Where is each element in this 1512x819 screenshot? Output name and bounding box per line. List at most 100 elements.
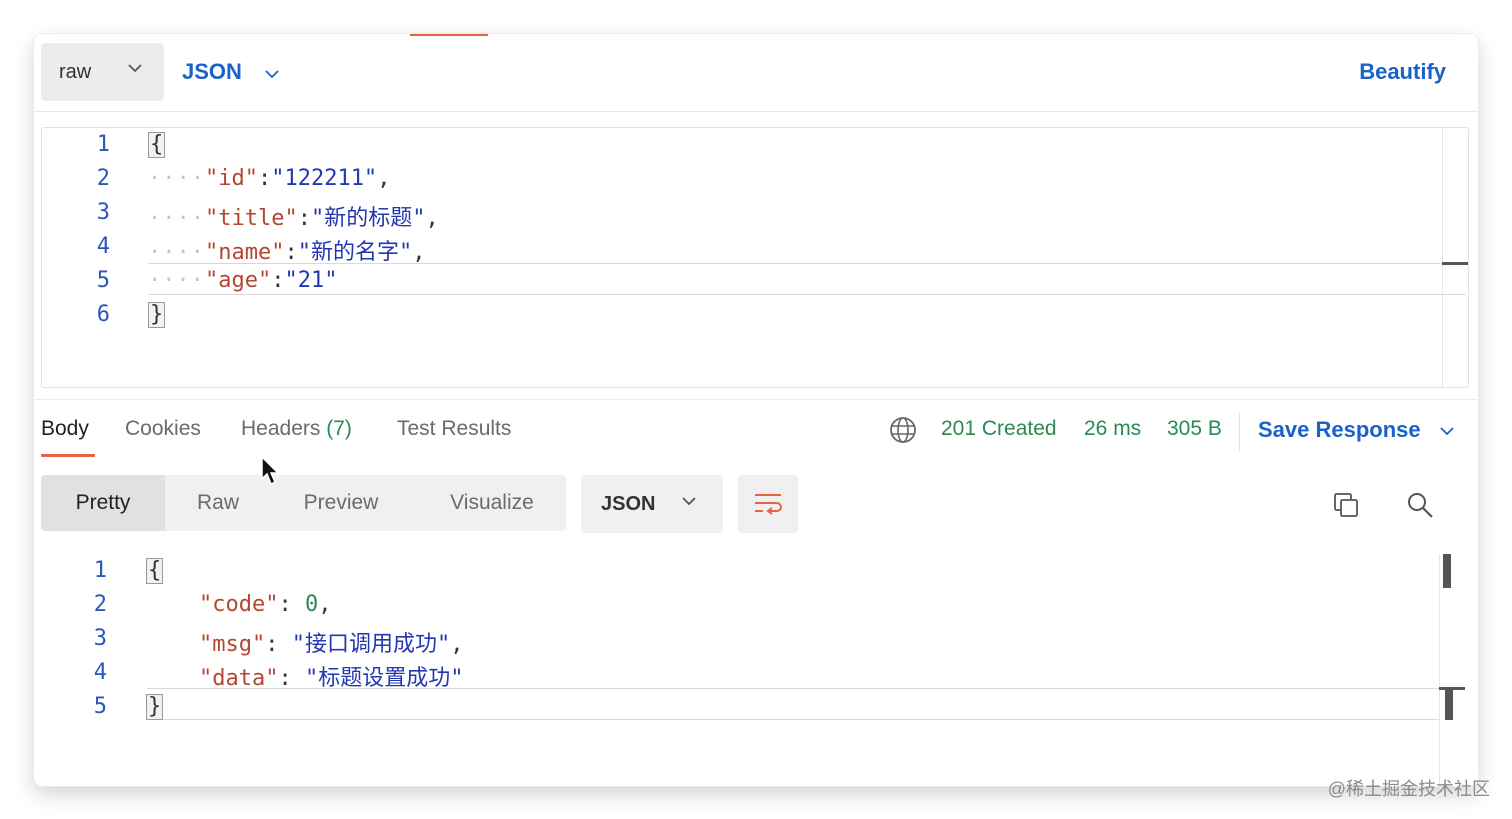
- json-key: "msg": [199, 632, 266, 657]
- line-number: 6: [96, 302, 110, 327]
- active-tab-underline: [41, 454, 95, 457]
- indent-dots: ····: [148, 240, 205, 265]
- json-comma: ,: [425, 206, 439, 231]
- wrap-lines-button[interactable]: [738, 475, 798, 533]
- code-line: {: [146, 558, 164, 584]
- scroll-thumb[interactable]: [1443, 554, 1451, 588]
- mouse-cursor-icon: [261, 455, 280, 486]
- close-brace: }: [148, 302, 166, 328]
- json-value: "标题设置成功": [304, 666, 464, 691]
- postman-body-panel: raw JSON Beautify 1 2 3 4 5 6 { ····"id"…: [34, 34, 1478, 786]
- chevron-down-icon: [1440, 427, 1454, 436]
- response-format-label: JSON: [601, 492, 656, 515]
- status-code[interactable]: 201 Created: [941, 417, 1057, 441]
- editor-scrollbar[interactable]: [1442, 128, 1443, 387]
- current-line-highlight: [148, 263, 1466, 295]
- json-key: "data": [199, 666, 279, 691]
- json-key: "age": [204, 268, 272, 293]
- code-line: ····"age":"21": [148, 268, 337, 293]
- line-number: 5: [96, 268, 110, 293]
- chevron-down-icon: [265, 70, 279, 79]
- json-key: "name": [204, 240, 285, 265]
- json-comma: ,: [377, 166, 391, 191]
- tab-test-results[interactable]: Test Results: [397, 417, 511, 441]
- response-view-switcher: Pretty Raw Preview Visualize: [41, 475, 566, 531]
- save-response-label: Save Response: [1258, 417, 1421, 442]
- tab-cookies[interactable]: Cookies: [125, 417, 201, 441]
- indent-dots: ····: [148, 166, 205, 191]
- code-line: }: [148, 302, 166, 328]
- view-pretty[interactable]: Pretty: [41, 475, 165, 531]
- line-number: 1: [93, 558, 107, 583]
- line-number: 2: [93, 592, 107, 617]
- response-time[interactable]: 26 ms: [1084, 417, 1141, 441]
- toolbar-separator: [1239, 412, 1240, 452]
- code-line: ····"id":"122211",: [148, 166, 390, 191]
- code-line: "msg": "接口调用成功",: [199, 626, 463, 658]
- json-sep: :: [297, 206, 311, 231]
- line-number: 5: [93, 694, 107, 719]
- tab-label: Headers: [241, 417, 321, 440]
- line-number: 2: [96, 166, 110, 191]
- line-number: 4: [93, 660, 107, 685]
- search-button[interactable]: [1402, 487, 1438, 523]
- view-raw[interactable]: Raw: [165, 475, 271, 531]
- section-divider: [34, 399, 1478, 400]
- wrap-lines-icon: [755, 494, 782, 515]
- json-value: "21": [284, 268, 338, 293]
- scroll-thumb-lower[interactable]: [1445, 688, 1453, 720]
- json-value: "新的标题": [310, 206, 426, 231]
- code-line: "code": 0,: [199, 592, 331, 617]
- json-comma: ,: [318, 592, 332, 617]
- json-comma: ,: [412, 240, 426, 265]
- close-brace: }: [146, 694, 164, 720]
- response-format-select[interactable]: JSON: [581, 475, 723, 533]
- save-response-button[interactable]: Save Response: [1258, 417, 1455, 443]
- code-line: {: [148, 132, 166, 158]
- code-line: ····"title":"新的标题",: [148, 200, 439, 232]
- tab-label: Cookies: [125, 417, 201, 440]
- json-comma: ,: [450, 632, 464, 657]
- json-key: "code": [199, 592, 279, 617]
- json-key: "id": [204, 166, 258, 191]
- tab-label: Test Results: [397, 417, 512, 440]
- search-icon: [1408, 493, 1433, 518]
- line-number: 3: [96, 200, 110, 225]
- json-value: "接口调用成功": [291, 632, 451, 657]
- response-size[interactable]: 305 B: [1167, 417, 1222, 441]
- code-line: ····"name":"新的名字",: [148, 234, 425, 266]
- json-key: "title": [204, 206, 298, 231]
- body-format-label: JSON: [182, 59, 242, 84]
- request-body-editor[interactable]: 1 2 3 4 5 6 { ····"id":"122211", ····"ti…: [41, 127, 1469, 388]
- open-brace: {: [148, 132, 166, 158]
- json-sep: :: [271, 268, 285, 293]
- line-number: 1: [96, 132, 110, 157]
- beautify-button[interactable]: Beautify: [1359, 59, 1446, 85]
- view-preview[interactable]: Preview: [285, 475, 397, 531]
- json-sep: :: [257, 166, 272, 191]
- copy-button[interactable]: [1328, 487, 1364, 523]
- json-value: "新的名字": [297, 240, 413, 265]
- json-sep: :: [284, 240, 298, 265]
- body-type-label: raw: [59, 60, 92, 83]
- tab-label: Body: [41, 417, 89, 440]
- view-visualize[interactable]: Visualize: [433, 475, 551, 531]
- json-sep: :: [265, 632, 292, 657]
- globe-icon[interactable]: [889, 416, 917, 444]
- tab-body[interactable]: Body: [41, 417, 89, 441]
- json-value: 0: [304, 592, 319, 617]
- request-body-toolbar: raw JSON Beautify: [34, 34, 1478, 112]
- watermark: @稀土掘金技术社区: [1327, 779, 1490, 799]
- code-line: "data": "标题设置成功": [199, 660, 463, 692]
- body-type-select[interactable]: raw: [41, 43, 164, 101]
- headers-count: (7): [326, 417, 352, 440]
- open-brace: {: [146, 558, 164, 584]
- json-value: "122211": [271, 166, 378, 191]
- line-number: 4: [96, 234, 110, 259]
- tab-headers[interactable]: Headers (7): [241, 417, 352, 441]
- json-sep: :: [278, 592, 305, 617]
- response-body-viewer[interactable]: 1 2 3 4 5 { "code": 0, "msg": "接口调用成功", …: [41, 554, 1469, 786]
- body-format-select[interactable]: JSON: [182, 43, 280, 101]
- indent-dots: ····: [148, 268, 205, 293]
- viewer-scrollbar[interactable]: [1439, 554, 1440, 786]
